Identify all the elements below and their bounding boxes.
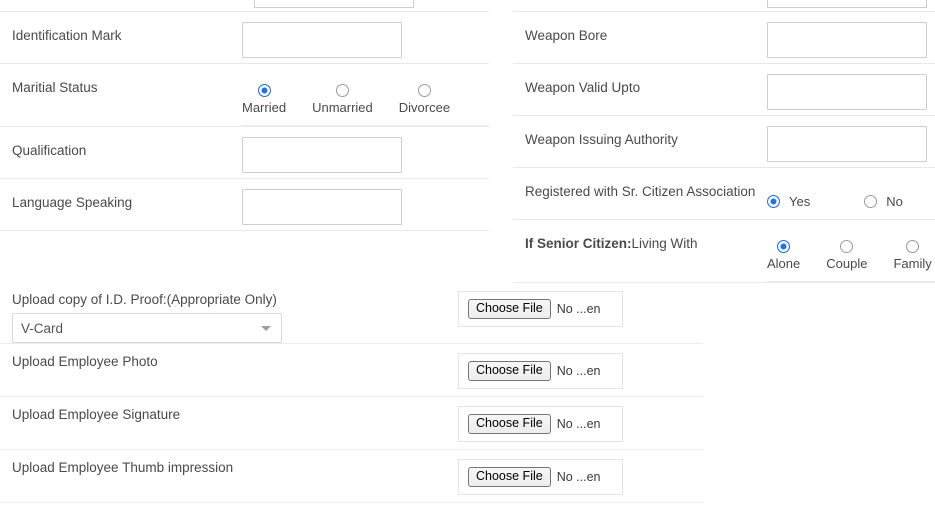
control-qualification: [242, 127, 489, 173]
upload-label-employee-signature: Upload Employee Signature: [12, 407, 181, 422]
partial-text-input[interactable]: [254, 0, 414, 8]
control-maritial-status: Married Unmarried Divorcee: [242, 64, 489, 126]
control-living-with: Alone Couple Family: [767, 220, 935, 282]
input-qualification[interactable]: [242, 137, 402, 173]
field-row-identification-mark: Identification Mark: [0, 12, 489, 64]
upload-label-id-proof-wrap: Upload copy of I.D. Proof:(Appropriate O…: [0, 282, 458, 343]
control-language-speaking: [242, 179, 489, 225]
control-identification-mark: [242, 12, 489, 58]
radio-option-unmarried[interactable]: Unmarried: [312, 84, 373, 115]
file-status-text: No ...en: [556, 417, 601, 431]
radio-option-divorcee[interactable]: Divorcee: [399, 84, 450, 115]
file-input-employee-thumb[interactable]: Choose File No ...en: [458, 459, 623, 495]
radio-married-icon[interactable]: [257, 84, 271, 97]
partial-row-top-left: [0, 0, 489, 12]
upload-label-employee-photo: Upload Employee Photo: [12, 354, 158, 369]
right-form-column: Weapon Bore Weapon Valid Upto Weapon Iss…: [513, 0, 935, 283]
radio-couple-icon[interactable]: [840, 240, 854, 253]
upload-control-employee-photo: Choose File No ...en: [458, 344, 623, 389]
file-status-text: No ...en: [556, 364, 601, 378]
file-status-text: No ...en: [556, 470, 601, 484]
label-weapon-valid-upto: Weapon Valid Upto: [525, 80, 641, 95]
select-id-proof-value: V-Card: [21, 320, 64, 336]
label-qualification: Qualification: [12, 143, 87, 158]
field-row-maritial-status: Maritial Status Married Unmarried Divorc…: [0, 64, 489, 127]
input-weapon-valid-upto[interactable]: [767, 74, 927, 110]
upload-row-employee-signature: Upload Employee Signature Choose File No…: [0, 397, 703, 450]
radio-label-married: Married: [242, 100, 287, 115]
upload-row-employee-photo: Upload Employee Photo Choose File No ...…: [0, 344, 703, 397]
choose-file-button[interactable]: Choose File: [468, 360, 551, 382]
radio-label-alone: Alone: [767, 256, 801, 271]
choose-file-button[interactable]: Choose File: [468, 413, 551, 435]
upload-control-employee-signature: Choose File No ...en: [458, 397, 623, 442]
choose-file-button[interactable]: Choose File: [468, 466, 551, 488]
uploads-section: Upload copy of I.D. Proof:(Appropriate O…: [0, 282, 703, 503]
label-living-with: If Senior Citizen:Living With: [513, 220, 767, 253]
input-language-speaking[interactable]: [242, 189, 402, 225]
upload-row-employee-thumb: Upload Employee Thumb impression Choose …: [0, 450, 703, 503]
file-input-id-proof[interactable]: Choose File No ...en: [458, 291, 623, 327]
radio-label-couple: Couple: [826, 256, 868, 271]
file-input-employee-photo[interactable]: Choose File No ...en: [458, 353, 623, 389]
radio-group-sr-citizen-association: Yes No: [767, 178, 935, 209]
upload-control-employee-thumb: Choose File No ...en: [458, 450, 623, 495]
radio-alone-icon[interactable]: [777, 240, 791, 253]
field-row-weapon-valid-upto: Weapon Valid Upto: [513, 64, 935, 116]
radio-divorcee-icon[interactable]: [417, 84, 431, 97]
partial-text-input[interactable]: [767, 0, 927, 8]
chevron-down-icon: [261, 325, 271, 331]
control-weapon-bore: [767, 12, 935, 58]
label-sr-citizen-association: Registered with Sr. Citizen Association: [525, 184, 756, 199]
label-language-speaking: Language Speaking: [12, 195, 133, 210]
label-weapon-bore: Weapon Bore: [525, 28, 608, 43]
control-sr-citizen-association: Yes No: [767, 168, 935, 209]
radio-label-yes: Yes: [789, 194, 811, 209]
label-identification-mark: Identification Mark: [12, 28, 122, 43]
radio-option-married[interactable]: Married: [242, 84, 286, 115]
radio-no-icon[interactable]: [864, 195, 878, 208]
label-weapon-issuing-authority: Weapon Issuing Authority: [525, 132, 678, 147]
field-row-qualification: Qualification: [0, 127, 489, 179]
field-row-sr-citizen-association: Registered with Sr. Citizen Association …: [513, 168, 935, 220]
label-if-senior-citizen-prefix: If Senior Citizen:: [525, 236, 632, 251]
upload-control-id-proof: Choose File No ...en: [458, 282, 623, 327]
radio-option-family[interactable]: Family: [893, 240, 932, 271]
radio-label-no: No: [886, 194, 903, 209]
radio-group-underline: [242, 125, 489, 126]
label-living-with-text: Living With: [631, 236, 698, 251]
field-row-living-with: If Senior Citizen:Living With Alone Coup…: [513, 220, 935, 283]
choose-file-button[interactable]: Choose File: [468, 298, 551, 320]
radio-unmarried-icon[interactable]: [335, 84, 349, 97]
radio-group-underline: [767, 281, 935, 282]
radio-option-alone[interactable]: Alone: [767, 240, 800, 271]
field-row-weapon-issuing-authority: Weapon Issuing Authority: [513, 116, 935, 168]
input-weapon-bore[interactable]: [767, 22, 927, 58]
label-maritial-status: Maritial Status: [12, 80, 98, 95]
control-weapon-issuing-authority: [767, 116, 935, 162]
file-input-employee-signature[interactable]: Choose File No ...en: [458, 406, 623, 442]
radio-option-couple[interactable]: Couple: [826, 240, 867, 271]
field-row-weapon-bore: Weapon Bore: [513, 12, 935, 64]
radio-yes-icon[interactable]: [767, 195, 780, 208]
field-row-language-speaking: Language Speaking: [0, 179, 489, 231]
partial-row-top-right: [513, 0, 935, 12]
control-weapon-valid-upto: [767, 64, 935, 110]
radio-group-living-with: Alone Couple Family: [767, 230, 935, 271]
radio-family-icon[interactable]: [906, 240, 920, 253]
employee-form-page: Identification Mark Maritial Status Marr…: [0, 0, 935, 511]
left-form-column: Identification Mark Maritial Status Marr…: [0, 0, 489, 231]
radio-group-maritial-status: Married Unmarried Divorcee: [242, 74, 489, 115]
upload-label-employee-thumb: Upload Employee Thumb impression: [12, 460, 234, 475]
file-status-text: No ...en: [556, 302, 601, 316]
radio-label-divorcee: Divorcee: [398, 100, 451, 115]
radio-label-family: Family: [893, 256, 932, 271]
select-id-proof-type[interactable]: V-Card: [12, 313, 282, 343]
upload-label-id-proof: Upload copy of I.D. Proof:(Appropriate O…: [12, 292, 277, 307]
input-identification-mark[interactable]: [242, 22, 402, 58]
input-weapon-issuing-authority[interactable]: [767, 126, 927, 162]
radio-label-unmarried: Unmarried: [312, 100, 373, 115]
upload-row-id-proof: Upload copy of I.D. Proof:(Appropriate O…: [0, 282, 703, 344]
